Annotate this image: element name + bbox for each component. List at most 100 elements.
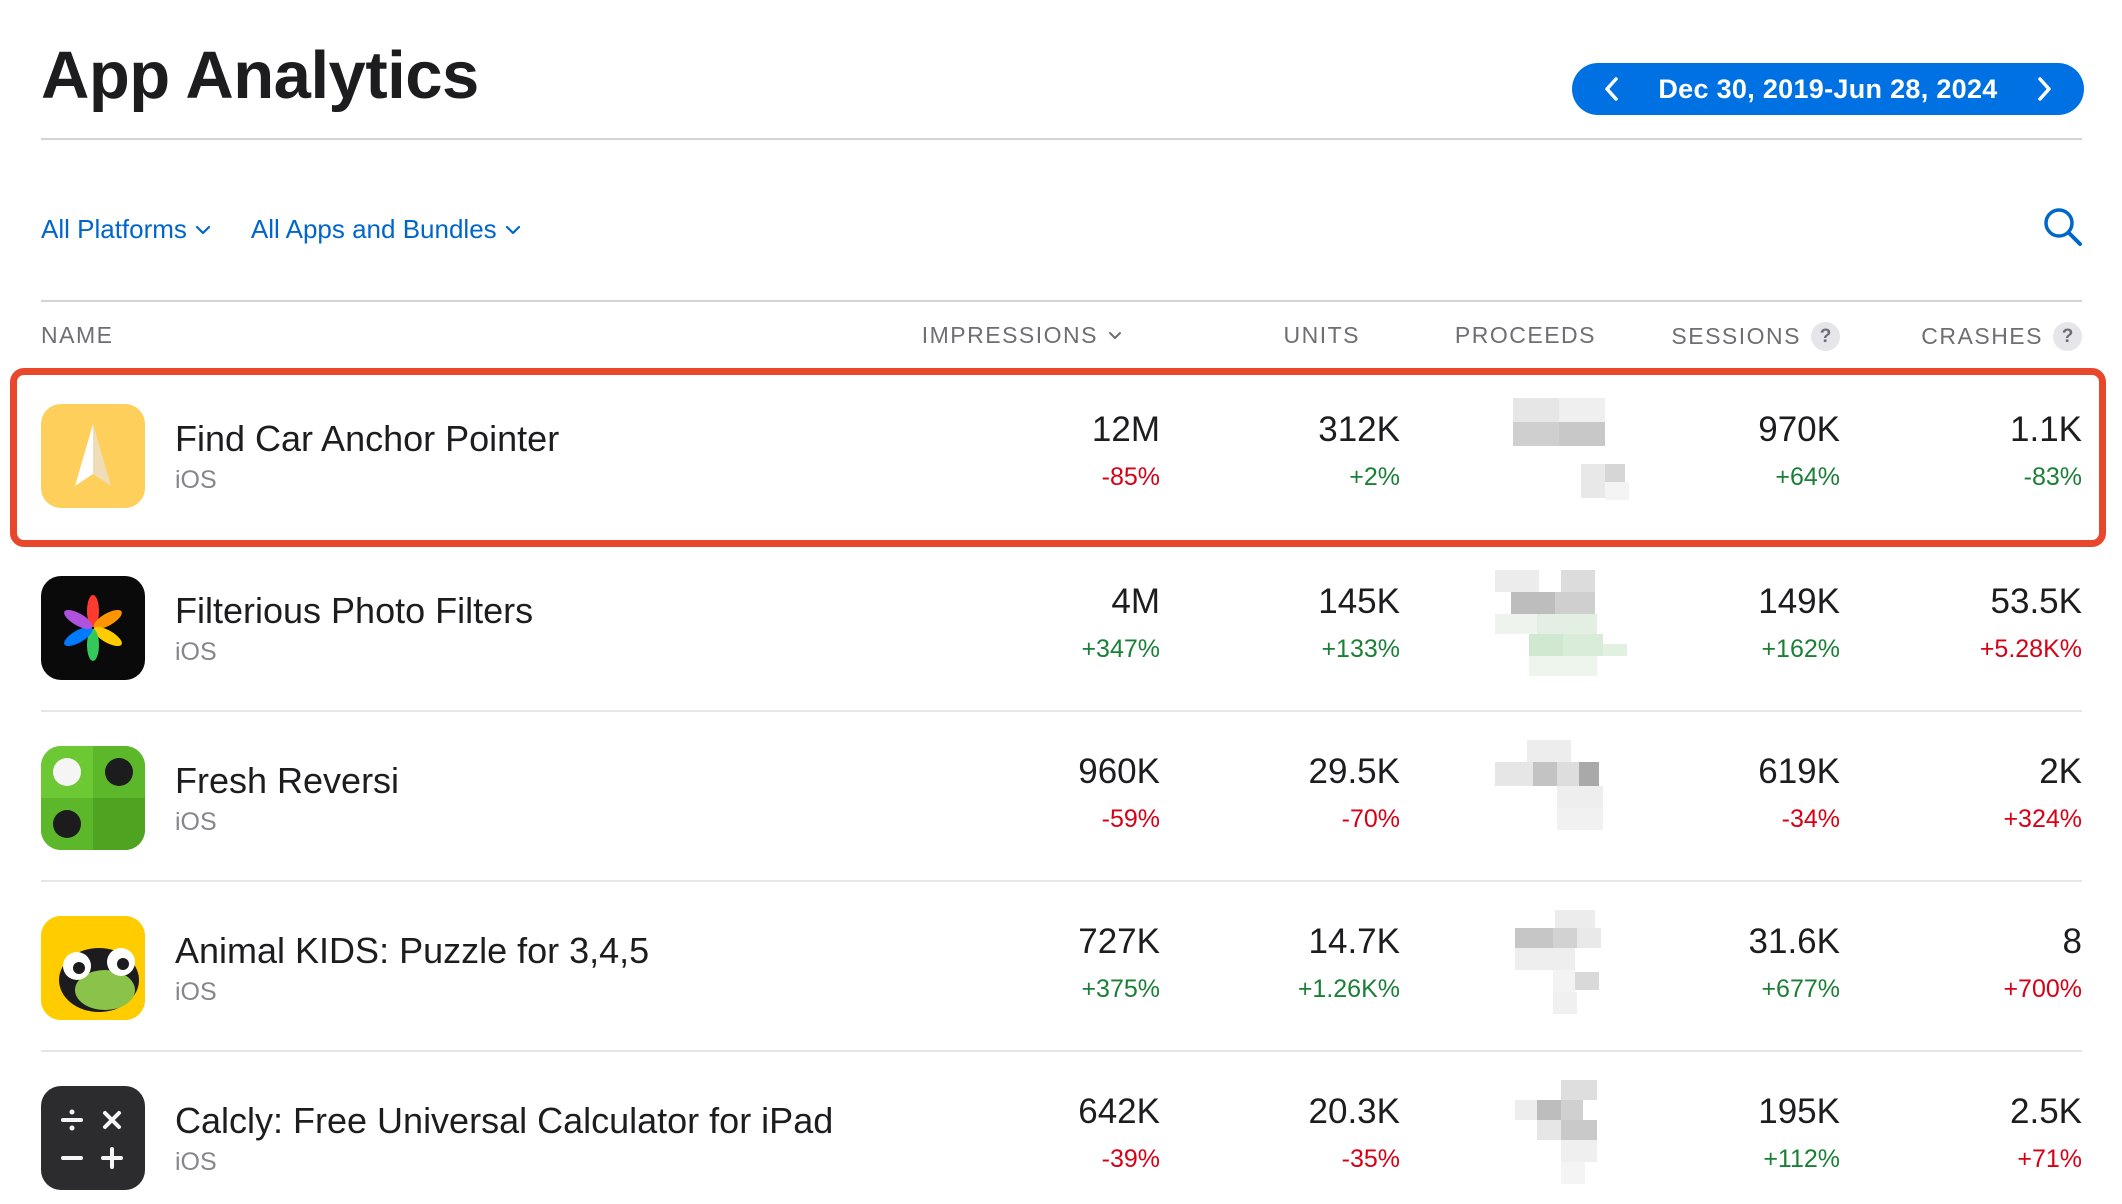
proceeds-redacted [1489, 740, 1629, 850]
crashes-cell: 2.5K +71% [2010, 1092, 2082, 1174]
apps-filter-label: All Apps and Bundles [250, 214, 497, 244]
proceeds-redacted [1489, 1080, 1629, 1190]
platforms-filter-label: All Platforms [41, 214, 187, 244]
units-value: 14.7K [1308, 922, 1400, 961]
crashes-cell: 1.1K -83% [2010, 410, 2082, 492]
sessions-cell: 195K +112% [1758, 1092, 1840, 1174]
column-header-impressions-label: IMPRESSIONS [921, 322, 1098, 348]
help-icon[interactable]: ? [2053, 322, 2082, 351]
app-platform: iOS [175, 638, 217, 666]
app-name[interactable]: Filterious Photo Filters [175, 590, 533, 632]
app-platform: iOS [175, 978, 217, 1006]
app-name[interactable]: Calcly: Free Universal Calculator for iP… [175, 1100, 833, 1142]
app-name[interactable]: Find Car Anchor Pointer [175, 418, 559, 460]
chevron-down-icon [195, 225, 211, 234]
column-header-units-label: UNITS [1283, 322, 1360, 348]
column-header-units[interactable]: UNITS [1284, 322, 1361, 349]
sessions-cell: 31.6K +677% [1749, 922, 1840, 1004]
platforms-filter[interactable]: All Platforms [41, 214, 211, 245]
column-header-sessions-label: SESSIONS [1671, 323, 1801, 349]
table-row[interactable]: Find Car Anchor Pointer iOS 12M -85% 312K… [41, 370, 2082, 540]
app-name[interactable]: Fresh Reversi [175, 760, 399, 802]
units-value: 312K [1318, 410, 1400, 449]
sessions-delta: +64% [1775, 463, 1840, 491]
table-row[interactable]: Filterious Photo Filters iOS 4M +347% 145… [41, 542, 2082, 712]
column-header-name-label: NAME [41, 322, 114, 348]
column-header-proceeds-label: PROCEEDS [1454, 322, 1596, 348]
chevron-right-icon[interactable] [2030, 75, 2058, 103]
column-header-sessions[interactable]: SESSIONS ? [1671, 322, 1840, 351]
table-row[interactable]: Calcly: Free Universal Calculator for iP… [41, 1052, 2082, 1204]
sort-descending-icon [1109, 331, 1121, 339]
units-cell: 145K +133% [1318, 582, 1400, 664]
column-header-name[interactable]: NAME [41, 322, 113, 349]
proceeds-redacted [1489, 398, 1629, 508]
impressions-cell: 727K +375% [1078, 922, 1160, 1004]
crashes-value: 2K [2039, 752, 2082, 791]
crashes-delta: -83% [2023, 463, 2082, 491]
crashes-cell: 8 +700% [2003, 922, 2082, 1004]
impressions-delta: -39% [1101, 1145, 1160, 1173]
sessions-value: 149K [1758, 582, 1840, 621]
impressions-delta: -85% [1101, 463, 1160, 491]
crashes-value: 53.5K [1990, 582, 2082, 621]
units-delta: -70% [1341, 805, 1400, 833]
impressions-delta: -59% [1101, 805, 1160, 833]
impressions-value: 727K [1078, 922, 1160, 961]
page-title: App Analytics [41, 38, 479, 113]
sessions-delta: -34% [1781, 805, 1840, 833]
crashes-value: 8 [2062, 922, 2082, 961]
units-delta: -35% [1341, 1145, 1400, 1173]
units-cell: 20.3K -35% [1309, 1092, 1400, 1174]
crashes-value: 1.1K [2010, 410, 2082, 449]
crashes-delta: +700% [2003, 975, 2082, 1003]
column-header-proceeds[interactable]: PROCEEDS [1455, 322, 1596, 349]
find-car-app-icon [41, 404, 145, 508]
date-range-label: Dec 30, 2019-Jun 28, 2024 [1658, 73, 1998, 104]
proceeds-redacted [1489, 570, 1629, 680]
header-divider [41, 138, 2082, 140]
app-platform: iOS [175, 1148, 217, 1176]
calcly-app-icon [41, 1086, 145, 1190]
chevron-down-icon [505, 225, 520, 234]
apps-filter[interactable]: All Apps and Bundles [251, 214, 521, 245]
chevron-left-icon[interactable] [1598, 75, 1626, 103]
units-delta: +2% [1349, 463, 1400, 491]
sessions-delta: +112% [1763, 1145, 1840, 1173]
help-icon[interactable]: ? [1811, 322, 1840, 351]
impressions-value: 960K [1078, 752, 1160, 791]
units-value: 20.3K [1308, 1092, 1400, 1131]
crashes-delta: +71% [2017, 1145, 2082, 1173]
table-row[interactable]: Fresh Reversi iOS 960K -59% 29.5K -70% 619… [41, 712, 2082, 882]
table-row[interactable]: Animal KIDS: Puzzle for 3,4,5 iOS 727K +3… [41, 882, 2082, 1052]
animal-kids-app-icon [41, 916, 145, 1020]
search-icon[interactable] [2042, 206, 2084, 248]
units-cell: 312K +2% [1318, 410, 1400, 492]
sessions-value: 619K [1758, 752, 1840, 791]
crashes-delta: +5.28K% [1979, 635, 2082, 663]
sessions-delta: +162% [1761, 635, 1840, 663]
sessions-cell: 149K +162% [1758, 582, 1840, 664]
app-name[interactable]: Animal KIDS: Puzzle for 3,4,5 [175, 930, 649, 972]
sessions-cell: 619K -34% [1758, 752, 1840, 834]
column-header-crashes-label: CRASHES [1921, 323, 2043, 349]
sessions-delta: +677% [1761, 975, 1840, 1003]
units-cell: 14.7K +1.26K% [1298, 922, 1400, 1004]
impressions-value: 12M [1091, 410, 1160, 449]
app-platform: iOS [175, 808, 217, 836]
sessions-cell: 970K +64% [1758, 410, 1840, 492]
sessions-value: 970K [1758, 410, 1840, 449]
impressions-delta: +375% [1081, 975, 1160, 1003]
date-range-picker[interactable]: Dec 30, 2019-Jun 28, 2024 [1572, 63, 2084, 115]
impressions-cell: 12M -85% [1092, 410, 1160, 492]
filter-divider [41, 300, 2082, 302]
units-value: 145K [1318, 582, 1400, 621]
column-header-impressions[interactable]: IMPRESSIONS [922, 322, 1122, 349]
impressions-cell: 642K -39% [1078, 1092, 1160, 1174]
filter-bar: All Platforms All Apps and Bundles [41, 214, 521, 245]
proceeds-redacted [1489, 910, 1629, 1020]
units-delta: +1.26K% [1297, 975, 1400, 1003]
impressions-cell: 4M +347% [1081, 582, 1160, 664]
column-header-crashes[interactable]: CRASHES ? [1921, 322, 2082, 351]
units-delta: +133% [1321, 635, 1400, 663]
